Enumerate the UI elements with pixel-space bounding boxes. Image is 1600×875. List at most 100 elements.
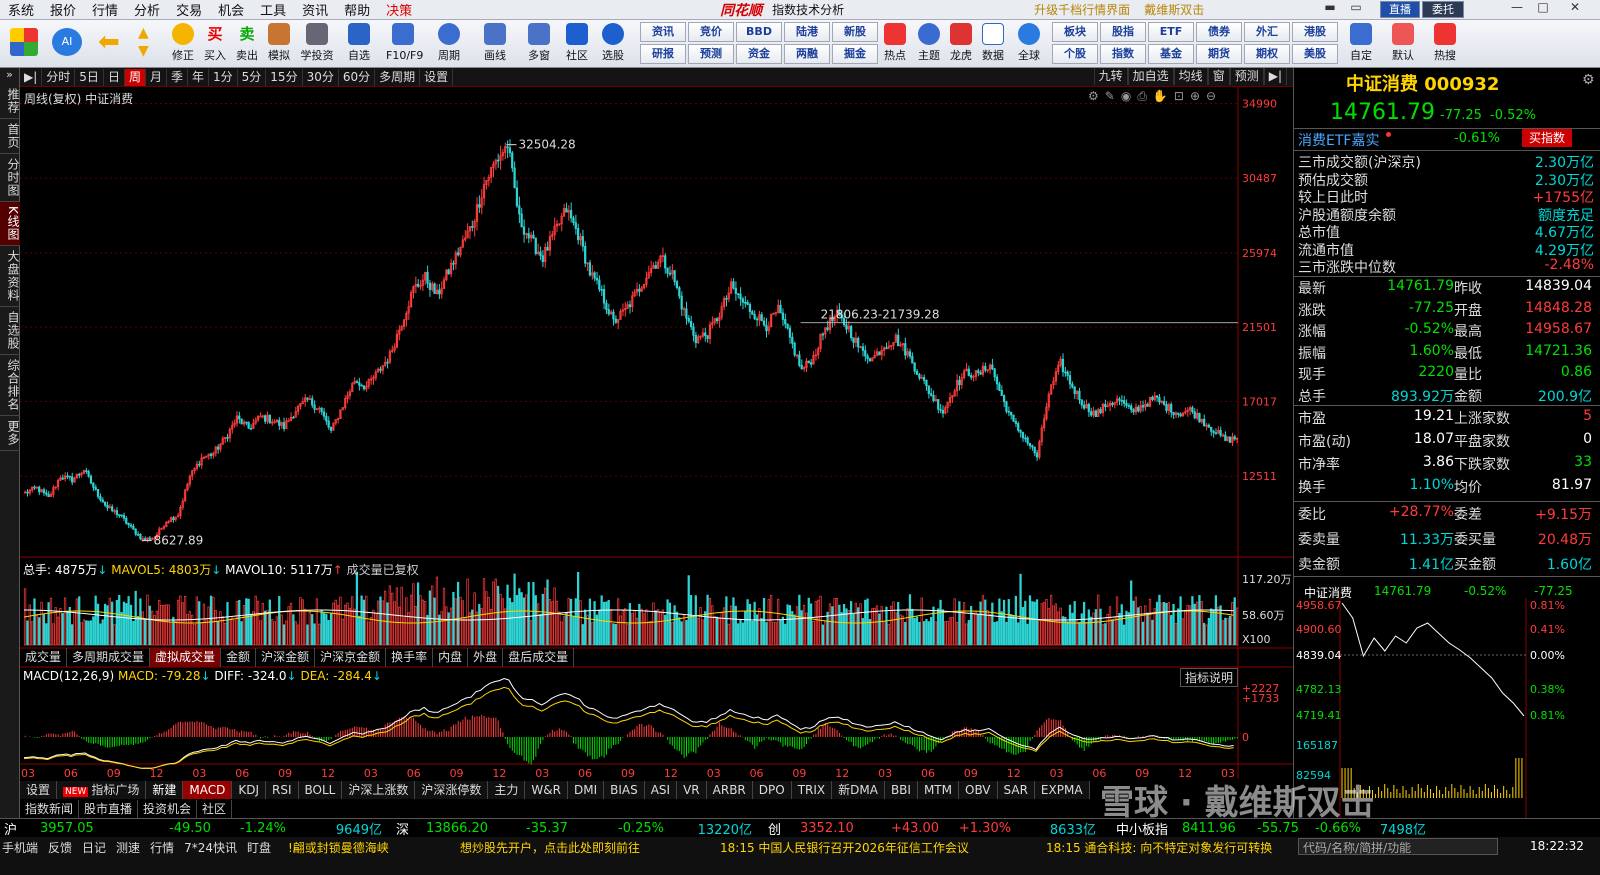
grid2-options[interactable]: 期权 (1244, 44, 1290, 64)
subtab-turnover[interactable]: 换手率 (386, 648, 434, 667)
print-icon[interactable]: ⎙ (1137, 89, 1153, 103)
grid2-bond[interactable]: 债券 (1196, 22, 1242, 42)
menu-tools[interactable]: 工具 (252, 0, 294, 19)
search-input[interactable]: 代码/名称/简拼/功能 (1298, 838, 1498, 855)
toolbar-period[interactable]: 周期 (432, 22, 466, 66)
side-tab-ranking[interactable]: 综合排名 (0, 355, 20, 416)
up-down-icon[interactable]: ▲ ▼ (138, 24, 149, 60)
tf-right-arrow-icon[interactable]: ▶| (1263, 68, 1287, 85)
side-tab-home[interactable]: 首页 (0, 119, 20, 154)
eye-icon[interactable]: ◉ (1121, 89, 1137, 103)
toolbar-hot[interactable]: 热点 (878, 22, 912, 66)
side-tab-kline[interactable]: K线图 (0, 202, 20, 246)
status-flash[interactable]: 7*24快讯 (184, 839, 237, 856)
tf-60min[interactable]: 60分 (339, 68, 376, 86)
tf-month[interactable]: 月 (146, 68, 167, 86)
kline-chart-area[interactable]: 34990 30487 25974 21501 17017 12511 32504.28 86… (20, 87, 1293, 823)
grid2-us[interactable]: 美股 (1292, 44, 1338, 64)
idx-plaza[interactable]: NEW 指标广场 (57, 781, 147, 799)
toolbar-data[interactable]: 数据 (976, 22, 1010, 66)
menu-quote[interactable]: 报价 (42, 0, 84, 19)
tf-30min[interactable]: 30分 (303, 68, 339, 86)
maximize-icon[interactable]: □ (1532, 0, 1554, 14)
zoom-in-icon[interactable]: ⊕ (1190, 89, 1206, 103)
lock-icon[interactable]: ⊡ (1174, 89, 1190, 103)
toolbar-default[interactable]: 默认 (1386, 22, 1420, 66)
tf-nine-turn[interactable]: 九转 (1093, 68, 1128, 85)
subtab-virtual-volume[interactable]: 虚拟成交量 (150, 648, 222, 667)
status-feedback[interactable]: 反馈 (48, 839, 72, 856)
live-button[interactable]: 直播 (1380, 1, 1420, 18)
settings-icon[interactable]: ⚙ (1582, 72, 1595, 88)
toolbar-draw[interactable]: 画线 (478, 22, 512, 66)
tf-multi[interactable]: 多周期 (375, 68, 421, 86)
menu-system[interactable]: 系统 (0, 0, 42, 19)
subtab-multi-volume[interactable]: 多周期成交量 (67, 648, 151, 667)
idx-bias[interactable]: BIAS (604, 781, 645, 799)
idx-kdj[interactable]: KDJ (232, 781, 267, 799)
idx-settings[interactable]: 设置 (20, 781, 58, 799)
idx-up-count[interactable]: 沪深上涨数 (342, 781, 416, 799)
cy-value[interactable]: 3352.10 (800, 821, 880, 836)
idx-wr[interactable]: W&R (525, 781, 568, 799)
idx-obv[interactable]: OBV (959, 781, 998, 799)
idx-macd[interactable]: MACD (183, 781, 233, 799)
toolbar-sim[interactable]: 模拟 (262, 22, 296, 66)
toolbar-learn[interactable]: 学投资 (300, 22, 334, 66)
grid2-index-fut[interactable]: 股指 (1100, 22, 1146, 42)
menu-analysis[interactable]: 分析 (126, 0, 168, 19)
grid2-fund[interactable]: 基金 (1148, 44, 1194, 64)
zoom-out-icon[interactable]: ⊖ (1206, 89, 1222, 103)
subtab-outer[interactable]: 外盘 (468, 648, 504, 667)
tf-week[interactable]: 周 (124, 68, 146, 86)
side-tab-more[interactable]: 更多 (0, 416, 20, 451)
grid-research[interactable]: 研报 (640, 44, 686, 64)
tf-year[interactable]: 年 (188, 68, 210, 86)
subtab-after-hours[interactable]: 盘后成交量 (503, 648, 575, 667)
tab-index-news[interactable]: 指数新闻 (20, 800, 80, 818)
subtab-sh-sz-bj-amount[interactable]: 沪深京金额 (315, 648, 387, 667)
subtab-volume[interactable]: 成交量 (20, 648, 68, 667)
window-min2-icon[interactable]: ▭ (1346, 0, 1366, 14)
subtab-sh-sz-amount[interactable]: 沪深金额 (256, 648, 316, 667)
tab-live[interactable]: 股市直播 (79, 800, 139, 818)
tf-ma[interactable]: 均线 (1173, 68, 1208, 85)
subtab-amount[interactable]: 金额 (221, 648, 257, 667)
idx-arbr[interactable]: ARBR (707, 781, 753, 799)
sh-value[interactable]: 3957.05 (40, 821, 140, 836)
tf-arrow-icon[interactable]: ▶| (20, 68, 43, 86)
toolbar-hotsearch[interactable]: 热搜 (1428, 22, 1462, 66)
idx-bbi[interactable]: BBI (885, 781, 918, 799)
news-ticker-1[interactable]: !翩或封锁曼德海峡 (288, 839, 389, 856)
hand-icon[interactable]: ✋ (1153, 89, 1174, 103)
tf-15min[interactable]: 15分 (266, 68, 303, 86)
grid-news[interactable]: 资讯 (640, 22, 686, 42)
idx-new[interactable]: 新建 (146, 781, 184, 799)
toolbar-sell[interactable]: 卖卖出 (230, 22, 264, 66)
back-arrow-icon[interactable]: ⬅ (98, 28, 120, 56)
tf-window[interactable]: 窗 (1207, 68, 1230, 85)
idx-main[interactable]: 主力 (488, 781, 526, 799)
broker-button[interactable]: 委托 (1422, 1, 1464, 18)
side-tab-recommend[interactable]: 推荐 (0, 84, 20, 119)
davis-link[interactable]: 戴维斯双击 (1144, 1, 1204, 18)
idx-vr[interactable]: VR (677, 781, 707, 799)
toolbar-fix[interactable]: 修正 (166, 22, 200, 66)
side-tab-market-data[interactable]: 大盘资料 (0, 246, 20, 307)
indicator-explain-button[interactable]: 指标说明 (1180, 668, 1239, 687)
grid-fund[interactable]: 资金 (736, 44, 782, 64)
app-grid-icon[interactable] (10, 28, 38, 56)
grid-ipo[interactable]: 新股 (832, 22, 878, 42)
news-ticker-2[interactable]: 想炒股先开户，点击此处即刻前往 (460, 839, 640, 856)
idx-mtm[interactable]: MTM (918, 781, 959, 799)
tab-community[interactable]: 社区 (197, 800, 233, 818)
tab-opportunity[interactable]: 投资机会 (138, 800, 198, 818)
toolbar-global[interactable]: 全球 (1012, 22, 1046, 66)
idx-rsi[interactable]: RSI (266, 781, 299, 799)
grid-hk-connect[interactable]: 陆港 (784, 22, 830, 42)
status-watch[interactable]: 盯盘 (247, 839, 271, 856)
menu-opportunity[interactable]: 机会 (210, 0, 252, 19)
grid-forecast[interactable]: 预测 (688, 44, 734, 64)
grid-dig[interactable]: 掘金 (832, 44, 878, 64)
menu-help[interactable]: 帮助 (336, 0, 378, 19)
